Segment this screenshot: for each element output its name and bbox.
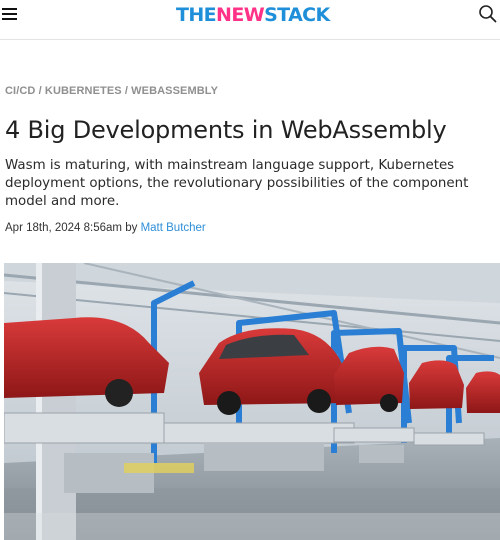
search-icon[interactable] (478, 4, 498, 24)
logo-the: THE (176, 4, 217, 26)
hero-image (4, 263, 500, 540)
publish-date: Apr 18th, 2024 8:56am (5, 222, 122, 234)
byline-by: by (125, 222, 138, 234)
site-header: THENEWSTACK (0, 0, 500, 40)
site-logo[interactable]: THENEWSTACK (176, 3, 330, 27)
category-breadcrumb[interactable]: CI/CD / KUBERNETES / WEBASSEMBLY (5, 85, 218, 97)
article-subtitle: Wasm is maturing, with mainstream langua… (5, 158, 469, 209)
article-title: 4 Big Developments in WebAssembly (5, 116, 447, 144)
logo-stack: STACK (264, 4, 330, 26)
logo-new: NEW (216, 4, 265, 26)
article-byline: Apr 18th, 2024 8:56am by Matt Butcher (5, 222, 206, 234)
hamburger-menu-icon[interactable] (2, 5, 20, 23)
author-link[interactable]: Matt Butcher (141, 222, 206, 234)
